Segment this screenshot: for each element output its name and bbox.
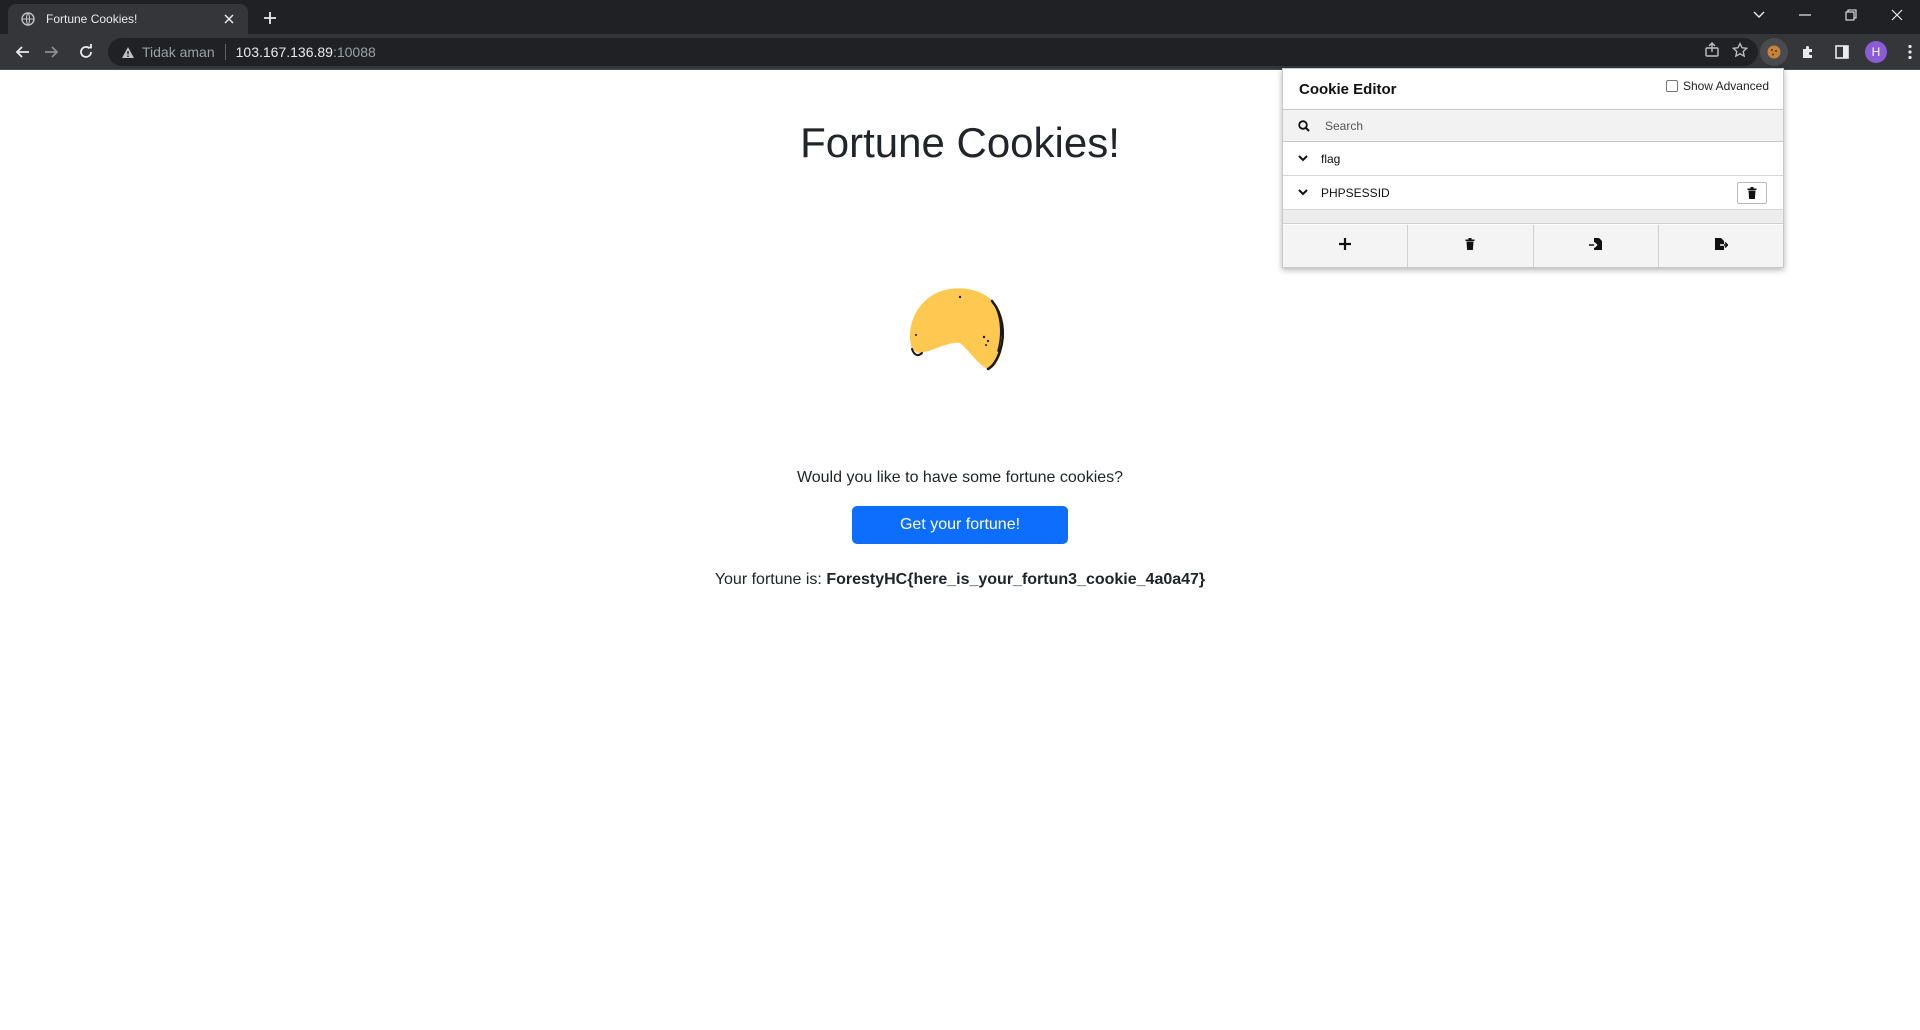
cookie-name: PHPSESSID <box>1321 185 1390 200</box>
divider <box>224 44 226 60</box>
show-advanced-checkbox[interactable] <box>1665 80 1678 92</box>
fortune-result: Your fortune is: ForestyHC{here_is_your_… <box>0 571 1920 589</box>
import-icon <box>1588 237 1603 256</box>
search-icon <box>1297 119 1311 133</box>
side-panel-icon[interactable] <box>1828 38 1856 66</box>
address-bar[interactable]: Tidak aman 103.167.136.89 :10088 <box>108 38 1758 66</box>
forward-button[interactable] <box>38 38 66 66</box>
browser-tab[interactable]: Fortune Cookies! <box>8 4 248 34</box>
url-host: 103.167.136.89 <box>235 44 333 60</box>
import-button[interactable] <box>1533 225 1659 267</box>
tab-search-icon[interactable] <box>1736 0 1782 30</box>
add-cookie-button[interactable] <box>1283 225 1409 267</box>
profile-button[interactable]: H <box>1862 38 1890 66</box>
extensions-puzzle-icon[interactable] <box>1794 38 1822 66</box>
list-footer-spacer <box>1283 210 1783 224</box>
popup-title: Cookie Editor <box>1299 81 1397 98</box>
search-placeholder: Search <box>1325 118 1364 133</box>
fortune-cookie-image <box>900 271 1020 381</box>
show-advanced-label: Show Advanced <box>1682 79 1769 93</box>
show-advanced-toggle[interactable]: Show Advanced <box>1665 79 1769 93</box>
close-window-icon[interactable] <box>1874 0 1920 30</box>
plus-icon <box>1339 237 1352 255</box>
share-icon[interactable] <box>1704 41 1720 63</box>
browser-toolbar: Tidak aman 103.167.136.89 :10088 H <box>0 34 1920 70</box>
cookie-editor-extension-icon[interactable] <box>1760 38 1788 66</box>
chevron-down-icon[interactable] <box>1297 153 1309 165</box>
action-bar <box>1283 225 1783 267</box>
bookmark-star-icon[interactable] <box>1731 41 1749 63</box>
tab-title: Fortune Cookies! <box>46 12 138 26</box>
menu-kebab-icon[interactable] <box>1896 38 1920 66</box>
reload-button[interactable] <box>72 38 100 66</box>
fortune-prompt: Would you like to have some fortune cook… <box>796 469 1124 486</box>
export-button[interactable] <box>1658 225 1783 267</box>
avatar: H <box>1865 41 1887 63</box>
delete-cookie-button[interactable] <box>1737 181 1767 204</box>
popup-header: Cookie Editor Show Advanced <box>1283 69 1783 109</box>
fortune-label: Your fortune is: <box>714 571 827 588</box>
delete-all-button[interactable] <box>1408 225 1534 267</box>
close-tab-icon[interactable] <box>220 10 238 28</box>
new-tab-button[interactable] <box>258 6 282 30</box>
restore-icon[interactable] <box>1828 0 1874 30</box>
trash-icon <box>1465 237 1475 255</box>
cookie-search-input[interactable]: Search <box>1283 109 1783 142</box>
cookie-name: flag <box>1321 151 1341 166</box>
cookie-row-flag[interactable]: flag <box>1283 142 1783 176</box>
cookie-row-phpsessid[interactable]: PHPSESSID <box>1283 176 1783 210</box>
cookie-editor-popup: Cookie Editor Show Advanced Search flag … <box>1282 68 1784 268</box>
minimize-icon[interactable] <box>1782 0 1828 30</box>
fortune-value: ForestyHC{here_is_your_fortun3_cookie_4a… <box>826 571 1206 588</box>
back-button[interactable] <box>8 38 36 66</box>
security-label[interactable]: Tidak aman <box>142 44 215 60</box>
chevron-down-icon[interactable] <box>1297 187 1309 199</box>
get-fortune-button[interactable]: Get your fortune! <box>852 506 1068 544</box>
tab-strip: Fortune Cookies! <box>0 0 1920 34</box>
globe-icon <box>20 11 36 27</box>
warning-icon[interactable] <box>120 44 136 60</box>
url-port: :10088 <box>332 44 376 60</box>
export-icon <box>1714 237 1729 256</box>
